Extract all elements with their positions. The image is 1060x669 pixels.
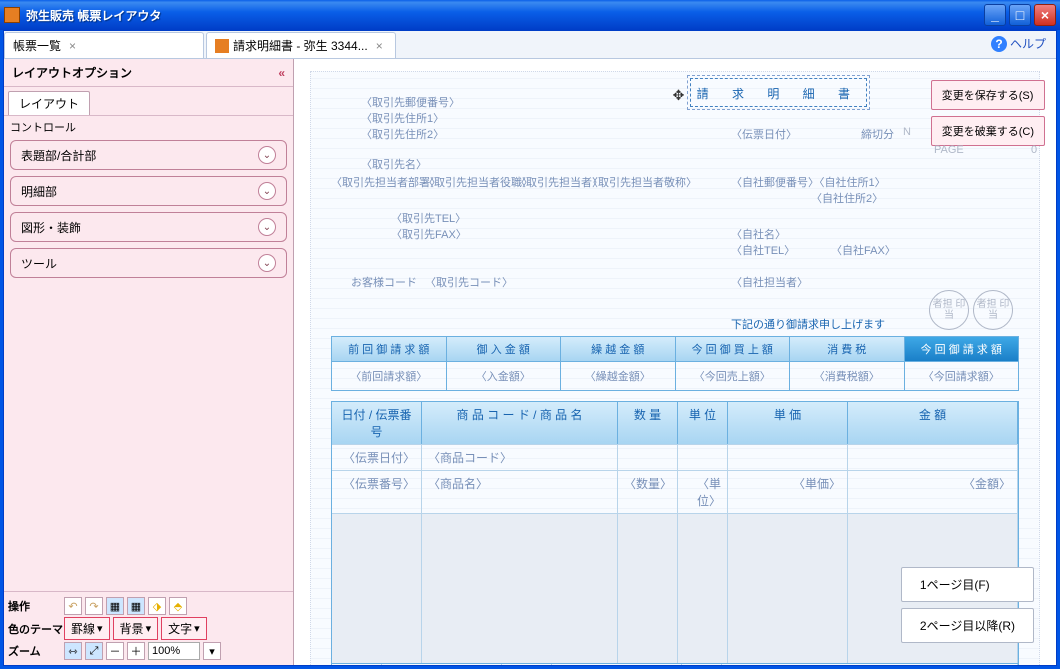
- theme-label: 色のテーマ: [8, 621, 64, 637]
- ph-slipdate[interactable]: 〈伝票日付〉: [731, 126, 797, 142]
- zoom-label: ズーム: [8, 643, 64, 659]
- ph-postal[interactable]: 〈取引先郵便番号〉: [361, 94, 460, 110]
- ph-own-addr2[interactable]: 〈自社住所2〉: [811, 190, 883, 206]
- redo-icon[interactable]: ↷: [85, 597, 103, 615]
- chevron-down-icon: ⌄: [258, 254, 276, 272]
- ph-custcode[interactable]: 〈取引先コード〉: [425, 274, 513, 290]
- help-label: ヘルプ: [1010, 35, 1046, 52]
- note[interactable]: 下記の通り御請求申し上げます: [731, 316, 885, 332]
- acc-detail[interactable]: 明細部⌄: [10, 176, 287, 206]
- fit-page-icon[interactable]: ⤢: [85, 642, 103, 660]
- stamp-icon[interactable]: 者担 印当: [929, 290, 969, 330]
- close-icon[interactable]: ×: [376, 39, 383, 53]
- maximize-button[interactable]: □: [1009, 4, 1031, 26]
- header-fields: 〈取引先郵便番号〉 〈取引先住所1〉 〈取引先住所2〉 〈取引先名〉 〈取引先担…: [331, 90, 1019, 330]
- app-icon: [4, 7, 20, 23]
- page-buttons: 1ページ目(F) 2ページ目以降(R): [901, 567, 1034, 643]
- zoom-input[interactable]: [148, 642, 200, 660]
- ph-own-person[interactable]: 〈自社担当者〉: [731, 274, 808, 290]
- acc-title[interactable]: 表題部/合計部⌄: [10, 140, 287, 170]
- tab-list[interactable]: 帳票一覧 ×: [4, 32, 204, 58]
- ph-own-addr[interactable]: 〈自社郵便番号〉〈自社住所1〉: [731, 174, 886, 190]
- window-title: 弥生販売 帳票レイアウタ: [26, 7, 984, 24]
- help-link[interactable]: ? ヘルプ: [991, 35, 1046, 52]
- zoom-dropdown-icon[interactable]: ▾: [203, 642, 221, 660]
- close-button[interactable]: ×: [1034, 4, 1056, 26]
- undo-icon[interactable]: ↶: [64, 597, 82, 615]
- zoom-out-icon[interactable]: －: [106, 642, 124, 660]
- theme-bg-button[interactable]: 背景▾: [113, 617, 159, 640]
- stamps: 者担 印当 者担 印当: [929, 290, 1013, 330]
- acc-shape[interactable]: 図形・装飾⌄: [10, 212, 287, 242]
- collapse-icon[interactable]: «: [278, 66, 285, 80]
- chevron-down-icon: ⌄: [258, 146, 276, 164]
- zoom-in-icon[interactable]: ＋: [127, 642, 145, 660]
- ph-own-fax[interactable]: 〈自社FAX〉: [831, 242, 896, 258]
- acc-tool[interactable]: ツール⌄: [10, 248, 287, 278]
- sidebar-options-header: レイアウトオプション «: [4, 59, 293, 87]
- help-icon: ?: [991, 36, 1007, 52]
- ph-page[interactable]: PAGE: [934, 144, 964, 156]
- titlebar: 弥生販売 帳票レイアウタ _ □ ×: [0, 0, 1060, 30]
- tab-document[interactable]: 請求明細書 - 弥生 3344... ×: [206, 32, 396, 58]
- ph-pageval[interactable]: 0: [1031, 144, 1037, 156]
- page2-button[interactable]: 2ページ目以降(R): [901, 608, 1034, 643]
- canvas[interactable]: ✥ 請 求 明 細 書 変更を保存する(S) 変更を破棄する(C) 〈取引先郵便…: [294, 59, 1056, 665]
- ph-addr2[interactable]: 〈取引先住所2〉: [361, 126, 444, 142]
- shape1-icon[interactable]: ⬗: [148, 597, 166, 615]
- ph-own-name[interactable]: 〈自社名〉: [731, 226, 786, 242]
- bottom-panel: 操作 ↶ ↷ ▦ ▦ ⬗ ⬘ 色のテーマ 罫線▾ 背景▾ 文字: [4, 591, 293, 665]
- theme-text-button[interactable]: 文字▾: [161, 617, 207, 640]
- grid2-icon[interactable]: ▦: [127, 597, 145, 615]
- fit-width-icon[interactable]: ⇿: [64, 642, 82, 660]
- tab-label: 請求明細書 - 弥生 3344...: [233, 37, 368, 54]
- sidebar-tab-layout[interactable]: レイアウト: [8, 91, 90, 115]
- ph-close[interactable]: 締切分: [861, 126, 894, 142]
- page1-button[interactable]: 1ページ目(F): [901, 567, 1034, 602]
- grid1-icon[interactable]: ▦: [106, 597, 124, 615]
- sidebar-options-title: レイアウトオプション: [12, 64, 132, 81]
- ph-n[interactable]: N: [903, 126, 911, 138]
- tab-label: 帳票一覧: [13, 37, 61, 54]
- ph-custcode-label[interactable]: お客様コード: [351, 274, 417, 290]
- chevron-down-icon: ⌄: [258, 182, 276, 200]
- theme-line-button[interactable]: 罫線▾: [64, 617, 110, 640]
- ph-own-tel[interactable]: 〈自社TEL〉: [731, 242, 795, 258]
- ops-label: 操作: [8, 598, 64, 614]
- ph-custname[interactable]: 〈取引先名〉: [361, 156, 427, 172]
- doc-icon: [215, 39, 229, 53]
- shape2-icon[interactable]: ⬘: [169, 597, 187, 615]
- minimize-button[interactable]: _: [984, 4, 1006, 26]
- ph-fax[interactable]: 〈取引先FAX〉: [391, 226, 467, 242]
- stamp-icon[interactable]: 者担 印当: [973, 290, 1013, 330]
- ph-addr1[interactable]: 〈取引先住所1〉: [361, 110, 444, 126]
- summary-table[interactable]: 前 回 御 請 求 額〈前回請求額〉 御 入 金 額〈入金額〉 繰 越 金 額〈…: [331, 336, 1019, 391]
- close-icon[interactable]: ×: [69, 39, 76, 53]
- ph-honor[interactable]: 〈取引先担当者敬称〉: [587, 174, 697, 190]
- chevron-down-icon: ⌄: [258, 218, 276, 236]
- ph-tel[interactable]: 〈取引先TEL〉: [391, 210, 466, 226]
- tab-bar: 帳票一覧 × 請求明細書 - 弥生 3344... × ? ヘルプ: [4, 31, 1056, 59]
- control-label: コントロール: [4, 115, 293, 137]
- sidebar: レイアウトオプション « レイアウト コントロール 表題部/合計部⌄ 明細部⌄ …: [4, 59, 294, 665]
